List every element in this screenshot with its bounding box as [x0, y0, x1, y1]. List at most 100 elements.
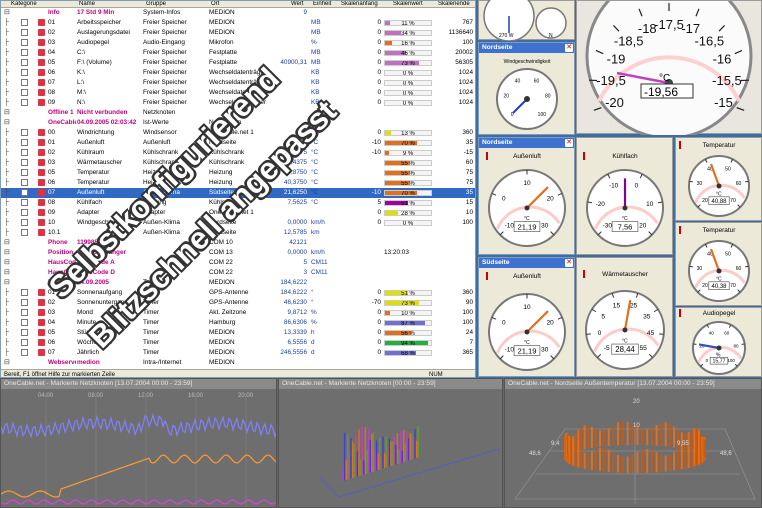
cell-category: 07 [48, 189, 56, 196]
row-checkbox[interactable] [21, 179, 28, 186]
table-row[interactable]: ├ 01 Arbeitsspeicher Freier Speicher MEDION M… [1, 18, 475, 28]
row-checkbox[interactable] [21, 129, 28, 136]
chart-right-title[interactable]: OneCable.net - Nordseite Außentemperatur… [505, 379, 761, 389]
row-checkbox[interactable] [21, 69, 28, 76]
col-category[interactable]: Kategorie [11, 1, 37, 8]
cell-unit: ° [311, 299, 314, 306]
table-row[interactable]: ├ 06 K:\ Freier Speicher Wechseldatenträger K… [1, 68, 475, 78]
big-gauge-value: -19,56 [644, 85, 678, 99]
3d-ring-chart: 9,4 20 10 9,55 48,6 48,6 [505, 389, 761, 507]
row-checkbox[interactable] [21, 159, 28, 166]
expand-icon[interactable]: ⊟ [4, 8, 16, 18]
expand-icon[interactable]: ⊟ [4, 278, 16, 288]
row-checkbox[interactable] [21, 209, 28, 216]
sensor-icon [38, 89, 45, 96]
table-row[interactable]: ├ 01 Außenluft Außenluft Nordseite °C -10 70 % 3… [1, 138, 475, 148]
cell-unit: °C [311, 149, 319, 156]
col-place[interactable]: Ort [211, 1, 219, 8]
expand-icon[interactable]: ⊟ [4, 118, 16, 128]
scale-bar: 55 % [384, 170, 432, 176]
col-group[interactable]: Gruppe [146, 1, 166, 8]
chart-middle-title[interactable]: OneCable.net - Markierte Netzknoten [00:… [279, 379, 502, 389]
row-checkbox[interactable] [21, 79, 28, 86]
col-unit[interactable]: Einheit [313, 1, 331, 8]
wind-tick-label: 20 [503, 94, 509, 100]
ring-label: 10 [633, 423, 640, 429]
row-checkbox[interactable] [21, 29, 28, 36]
row-checkbox[interactable] [21, 139, 28, 146]
row-checkbox[interactable] [21, 39, 28, 46]
chart-left-title[interactable]: OneCable.net - Markierte Netzknoten [13.… [1, 379, 276, 389]
table-row[interactable]: ├ 02 Kühlraum Kühlschrank Kühlschrank 7,1875 °… [1, 148, 475, 158]
col-scale-value[interactable]: Skalenwert [393, 1, 423, 8]
window-title[interactable]: Südseite [479, 258, 574, 268]
cell-unit: km/h [311, 219, 325, 226]
scale-bar: 11 % [384, 20, 432, 26]
row-checkbox[interactable] [21, 89, 28, 96]
kuehlfach-panel: Kühlfach -30 -20 -10 0 10 20 °C 7,56 [576, 137, 673, 255]
table-row[interactable]: ├ 03 Wärmetauscher Kühlschrank Kühlschrank 28… [1, 158, 475, 168]
row-checkbox[interactable] [21, 299, 28, 306]
window-title[interactable]: Nordseite [479, 43, 574, 53]
cell-scale-start: 0 [377, 49, 381, 56]
table-row[interactable]: ├ 10.1 Außen-Klima Nordseite 12,5785 km [1, 228, 475, 238]
expand-icon[interactable]: ⊟ [4, 258, 16, 268]
expand-icon[interactable]: ⊟ [4, 358, 16, 368]
expand-icon[interactable]: ⊟ [4, 238, 16, 248]
row-checkbox[interactable] [21, 289, 28, 296]
scale-bar: 56 % [384, 330, 432, 336]
cell-name: Audiopegel [77, 39, 109, 46]
row-checkbox[interactable] [21, 19, 28, 26]
table-row[interactable]: ├ 03 Mond Timer Akt. Zeitzone 9,8712% 0 10 % 100 [1, 308, 475, 318]
sued-aussenluft-gauge: Außenluft -10 0 10 20 30 °C21,19 [486, 272, 566, 371]
table-row[interactable]: ├ 07 Jährlich Timer MEDION 246,5556 d 0 68 % 365 [1, 348, 475, 358]
sensor-icon [38, 19, 45, 26]
row-checkbox[interactable] [21, 229, 28, 236]
col-name[interactable]: Name [79, 1, 95, 8]
table-row[interactable]: ├ 03 Audiopegel Audio-Eingang Mikrofon% 0 16 %… [1, 38, 475, 48]
gauge-tick-label: -10 [609, 183, 619, 190]
scale-bar: 70 % [384, 190, 432, 196]
row-checkbox[interactable] [21, 349, 28, 356]
row-checkbox[interactable] [21, 169, 28, 176]
row-checkbox[interactable] [21, 149, 28, 156]
row-checkbox[interactable] [21, 329, 28, 336]
expand-icon[interactable]: ⊟ [4, 268, 16, 278]
row-checkbox[interactable] [21, 339, 28, 346]
expand-icon[interactable]: ⊟ [4, 108, 16, 118]
close-icon[interactable]: ✕ [565, 44, 573, 52]
table-row[interactable]: ├ 05 Stündlich Timer MEDION 13,3339 h 0 56 % 24 [1, 328, 475, 338]
table-row[interactable]: ├ 04 C:\ Freier Speicher Festplatte MB 0 46 % 20… [1, 48, 475, 58]
table-group-row[interactable]: ⊟ Phone 11998566 COM 10 42121 [1, 238, 475, 248]
tree-line-icon: ├ [4, 339, 9, 346]
table-row[interactable]: ├ 05 F:\ (Volume) Freier Speicher Festplatte… [1, 58, 475, 68]
row-checkbox[interactable] [21, 189, 28, 196]
col-scale-start[interactable]: Skalenanfang [341, 1, 378, 8]
close-icon[interactable]: ✕ [565, 259, 573, 267]
close-icon[interactable]: ✕ [565, 139, 573, 147]
row-checkbox[interactable] [21, 49, 28, 56]
row-checkbox[interactable] [21, 59, 28, 66]
window-title[interactable]: Nordseite [479, 138, 574, 148]
col-value[interactable]: Wert [291, 1, 304, 8]
row-checkbox[interactable] [21, 319, 28, 326]
cell-scale-start: 0 [377, 209, 381, 216]
row-checkbox[interactable] [21, 199, 28, 206]
table-group-row[interactable]: ⊟ Info 17 Std 9 Min System-Infos MEDION 9 [1, 8, 475, 18]
table-row[interactable]: ├ 02 Auslagerungsdatei Freier Speicher MEDIO… [1, 28, 475, 38]
row-checkbox[interactable] [21, 99, 28, 106]
table-row[interactable]: ├ 04 Minute Timer Hamburg 86,6306% 0 87 % 100 [1, 318, 475, 328]
row-checkbox[interactable] [21, 309, 28, 316]
cell-category: 04 [48, 49, 56, 56]
cell-category: 10 [48, 219, 56, 226]
table-row[interactable]: ├ 06 Wöchentlich Timer MEDION 6,5556 d 0 94 % 7 [1, 338, 475, 348]
row-checkbox[interactable] [21, 219, 28, 226]
expand-icon[interactable]: ⊟ [4, 248, 16, 258]
cell-category: Phone [48, 239, 68, 246]
col-scale-end[interactable]: Skalenende [438, 1, 470, 8]
gauge-tick-label: 20 [639, 223, 647, 230]
cell-value: 86,6306 [283, 319, 307, 326]
table-group-row[interactable]: ⊟ Webservermedion Intra-/Internet MEDION [1, 358, 475, 368]
gauge-unit: °C [524, 340, 530, 346]
cell-scale-end: 100 [462, 39, 473, 46]
